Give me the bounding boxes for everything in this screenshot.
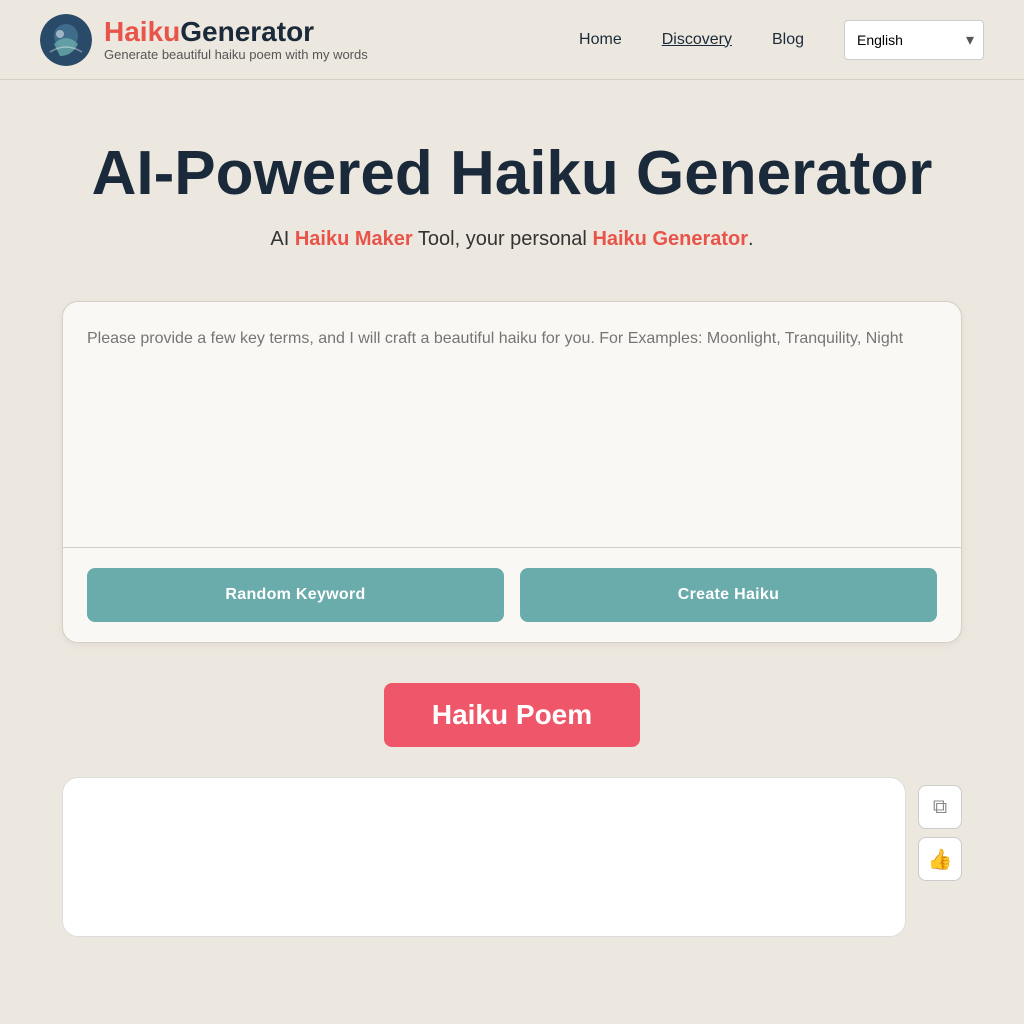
nav-home[interactable]: Home <box>579 31 622 49</box>
main-nav: Home Discovery Blog English French Spani… <box>579 20 984 60</box>
nav-discovery[interactable]: Discovery <box>662 31 732 49</box>
copy-button[interactable]: ⧉ <box>918 785 962 829</box>
main-content: AI-Powered Haiku Generator AI Haiku Make… <box>0 80 1024 977</box>
logo-icon <box>40 14 92 66</box>
nav-blog[interactable]: Blog <box>772 31 804 49</box>
logo-title: HaikuGenerator <box>104 17 368 48</box>
logo-text-area: HaikuGenerator Generate beautiful haiku … <box>104 17 368 63</box>
haiku-poem-label: Haiku Poem <box>384 683 640 747</box>
card-actions: Random Keyword Create Haiku <box>63 548 961 642</box>
keyword-input[interactable] <box>63 302 961 542</box>
subtitle-middle: Tool, your personal <box>418 228 587 250</box>
hero-subtitle: AI Haiku Maker Tool, your personal Haiku… <box>270 228 753 251</box>
logo-generator-text: Generator <box>180 16 314 47</box>
logo-subtitle: Generate beautiful haiku poem with my wo… <box>104 47 368 62</box>
logo-area: HaikuGenerator Generate beautiful haiku … <box>40 14 368 66</box>
language-select[interactable]: English French Spanish German Japanese <box>844 20 984 60</box>
like-icon: 👍 <box>928 847 953 872</box>
poem-actions: ⧉ 👍 <box>918 777 962 881</box>
hero-title: AI-Powered Haiku Generator <box>92 140 933 208</box>
haiku-maker-link[interactable]: Haiku Maker <box>295 228 413 250</box>
poem-card <box>62 777 906 937</box>
page-header: HaikuGenerator Generate beautiful haiku … <box>0 0 1024 80</box>
language-selector-wrapper: English French Spanish German Japanese <box>844 20 984 60</box>
haiku-generator-link[interactable]: Haiku Generator <box>592 228 748 250</box>
logo-haiku-text: Haiku <box>104 16 180 47</box>
subtitle-prefix: AI <box>270 228 289 250</box>
create-haiku-button[interactable]: Create Haiku <box>520 568 937 622</box>
subtitle-suffix: . <box>748 228 754 250</box>
copy-icon: ⧉ <box>933 796 947 819</box>
input-card: Random Keyword Create Haiku <box>62 301 962 643</box>
poem-area: ⧉ 👍 <box>62 777 962 937</box>
like-button[interactable]: 👍 <box>918 837 962 881</box>
random-keyword-button[interactable]: Random Keyword <box>87 568 504 622</box>
